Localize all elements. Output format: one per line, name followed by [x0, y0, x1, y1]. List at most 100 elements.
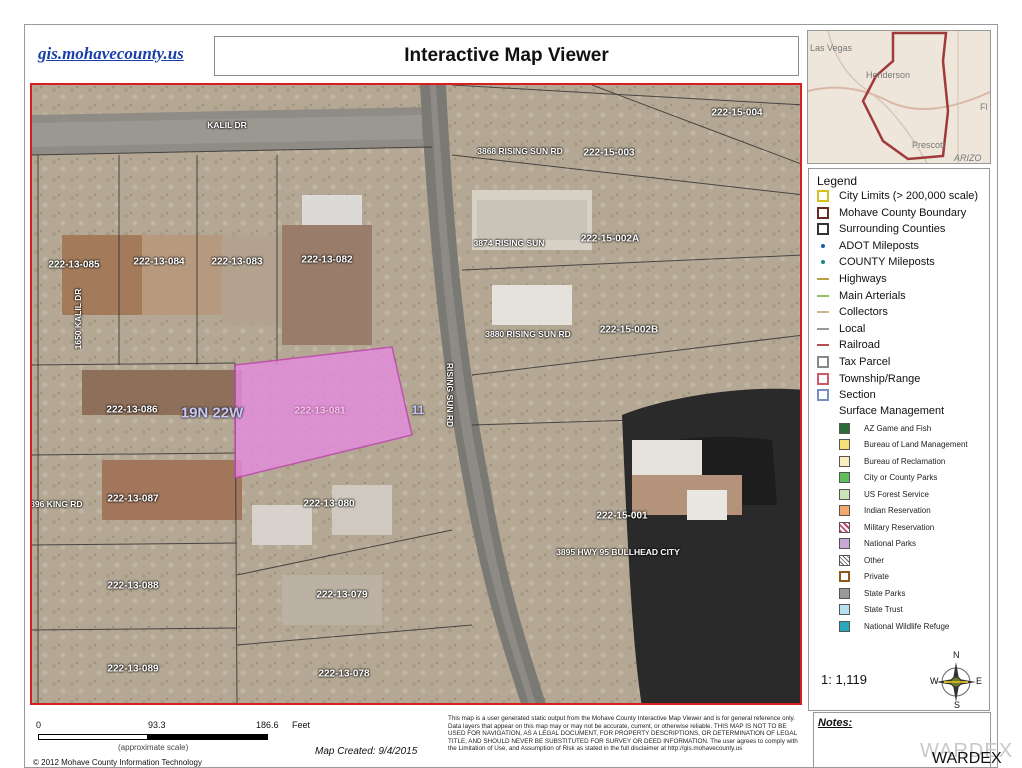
- legend-item: City Limits (> 200,000 scale): [817, 188, 978, 204]
- legend-symbol-icon: [817, 323, 829, 335]
- legend-item: Tax Parcel: [817, 354, 890, 370]
- legend-item-label: Collectors: [839, 306, 888, 319]
- parcel-label: 222-13-082: [301, 254, 353, 266]
- compass-s: S: [954, 700, 961, 710]
- surface-legend-item: AZ Game and Fish: [839, 421, 931, 435]
- parcel-label: 222-13-088: [107, 580, 159, 592]
- legend-title: Legend: [817, 174, 858, 188]
- legend-item: Railroad: [817, 337, 880, 353]
- legend-swatch-icon: [839, 505, 850, 516]
- surface-legend-label: US Forest Service: [864, 489, 929, 499]
- legend-item-label: Township/Range: [839, 372, 921, 385]
- legend-item: Surrounding Counties: [817, 221, 945, 237]
- main-map[interactable]: KALIL DR RISING SUN RD 222-15-004 222-15…: [30, 83, 802, 705]
- legend-item-label: Highways: [839, 273, 887, 285]
- legend-panel: Legend City Limits (> 200,000 scale) Moha…: [808, 168, 990, 711]
- overview-city-label: Las Vegas: [810, 43, 853, 53]
- legend-swatch-icon: [839, 439, 850, 450]
- legend-swatch-icon: [839, 604, 850, 615]
- compass-n: N: [953, 650, 960, 660]
- surface-management-heading: Surface Management: [839, 405, 945, 417]
- overview-map[interactable]: Las Vegas Henderson Prescott ARIZO Fl: [807, 30, 991, 164]
- legend-symbol-icon: [817, 290, 829, 302]
- surface-legend-label: Other: [864, 555, 885, 565]
- legend-symbol-icon: [817, 223, 829, 236]
- disclaimer-text: This map is a user generated static outp…: [448, 715, 798, 753]
- legend-symbol-icon: [817, 372, 829, 385]
- surface-legend-item: State Trust: [839, 603, 903, 617]
- scale-tick-0: 0: [36, 720, 42, 730]
- legend-item-label: Mohave County Boundary: [839, 206, 967, 219]
- legend-item: COUNTY Mileposts: [817, 254, 935, 270]
- legend-item-label: Section: [839, 389, 876, 402]
- surface-legend-label: AZ Game and Fish: [864, 423, 932, 433]
- street-label-kalil: KALIL DR: [207, 120, 247, 130]
- parcel-label: 222-13-080: [303, 498, 355, 510]
- legend-swatch-icon: [839, 521, 850, 533]
- surface-legend-item: Military Reservation: [839, 520, 934, 534]
- surface-legend-label: City or County Parks: [864, 473, 938, 482]
- address-label: 1650 KALIL DR: [73, 288, 83, 350]
- legend-item: Mohave County Boundary: [817, 205, 966, 221]
- site-link[interactable]: gis.mohavecounty.us: [38, 44, 184, 64]
- legend-item: Main Arterials: [817, 288, 906, 304]
- township-range-label: 19N 22W: [180, 404, 244, 422]
- legend-swatch-icon: [839, 620, 850, 632]
- surface-legend-label: Bureau of Reclamation: [864, 456, 946, 466]
- legend-item: Collectors: [817, 304, 888, 320]
- legend-swatch-icon: [839, 472, 850, 483]
- surface-legend-label: State Parks: [864, 588, 906, 598]
- surface-legend-item: Indian Reservation: [839, 504, 931, 518]
- watermark: WARDEX: [932, 750, 1002, 767]
- parcel-label: 222-13-086: [106, 404, 158, 416]
- address-label: 3868 RISING SUN RD: [477, 146, 563, 156]
- parcel-label: 222-15-004: [711, 107, 763, 119]
- legend-symbol-icon: [817, 339, 829, 351]
- legend-item-label: Railroad: [839, 339, 880, 352]
- legend-item: ADOT Mileposts: [817, 238, 919, 254]
- page-title: Interactive Map Viewer: [214, 36, 799, 76]
- legend-swatch-icon: [839, 538, 850, 549]
- parcel-label: 222-13-085: [48, 259, 100, 271]
- legend-item-label: City Limits (> 200,000 scale): [839, 190, 979, 202]
- parcel-label-subject[interactable]: 222-13-081: [294, 406, 345, 417]
- legend-item-label: Main Arterials: [839, 289, 906, 302]
- legend-symbol-icon: [817, 256, 829, 268]
- surface-legend-label: National Parks: [864, 539, 917, 548]
- parcel-label: 222-13-078: [318, 668, 370, 680]
- overview-state-label: ARIZO: [954, 153, 982, 163]
- legend-item: Section: [817, 387, 876, 403]
- scale-tick-2: 186.6: [256, 720, 279, 730]
- parcel-label: 222-15-003: [583, 147, 635, 159]
- map-imagery: [32, 85, 800, 703]
- copyright: © 2012 Mohave County Information Technol…: [33, 758, 202, 767]
- scale-segment-white: [38, 734, 148, 740]
- overview-city-label: Prescott: [912, 140, 946, 150]
- scale-segment-black: [148, 734, 268, 740]
- legend-symbol-icon: [817, 190, 829, 202]
- parcel-label: 222-15-001: [596, 510, 648, 522]
- legend-symbol-icon: [817, 356, 829, 368]
- notes-label: Notes:: [818, 717, 853, 729]
- scale-tick-1: 93.3: [148, 720, 166, 730]
- address-label: 3895 HWY 95 BULLHEAD CITY: [556, 547, 680, 557]
- surface-legend-item: Private: [839, 570, 889, 584]
- surface-legend-item: State Parks: [839, 586, 905, 600]
- address-label: 3880 RISING SUN RD: [485, 329, 571, 339]
- legend-item: Local: [817, 321, 865, 337]
- legend-item-label: Surrounding Counties: [839, 223, 946, 236]
- surface-legend-item: National Parks: [839, 537, 916, 551]
- surface-legend-item: National Wildlife Refuge: [839, 619, 949, 633]
- parcel-label: 222-13-089: [107, 663, 159, 675]
- compass-e: E: [976, 676, 983, 686]
- address-label: 3874 RISING SUN: [473, 238, 545, 248]
- map-created-date: Map Created: 9/4/2015: [315, 746, 418, 757]
- legend-swatch-icon: [839, 488, 850, 500]
- surface-legend-item: US Forest Service: [839, 487, 929, 501]
- section-label: 11: [411, 403, 425, 417]
- legend-item-label: COUNTY Mileposts: [839, 256, 935, 269]
- parcel-label: 222-13-079: [316, 589, 368, 601]
- legend-swatch-icon: [839, 571, 850, 582]
- legend-item-label: Local: [839, 322, 866, 335]
- surface-legend-label: Military Reservation: [864, 522, 935, 532]
